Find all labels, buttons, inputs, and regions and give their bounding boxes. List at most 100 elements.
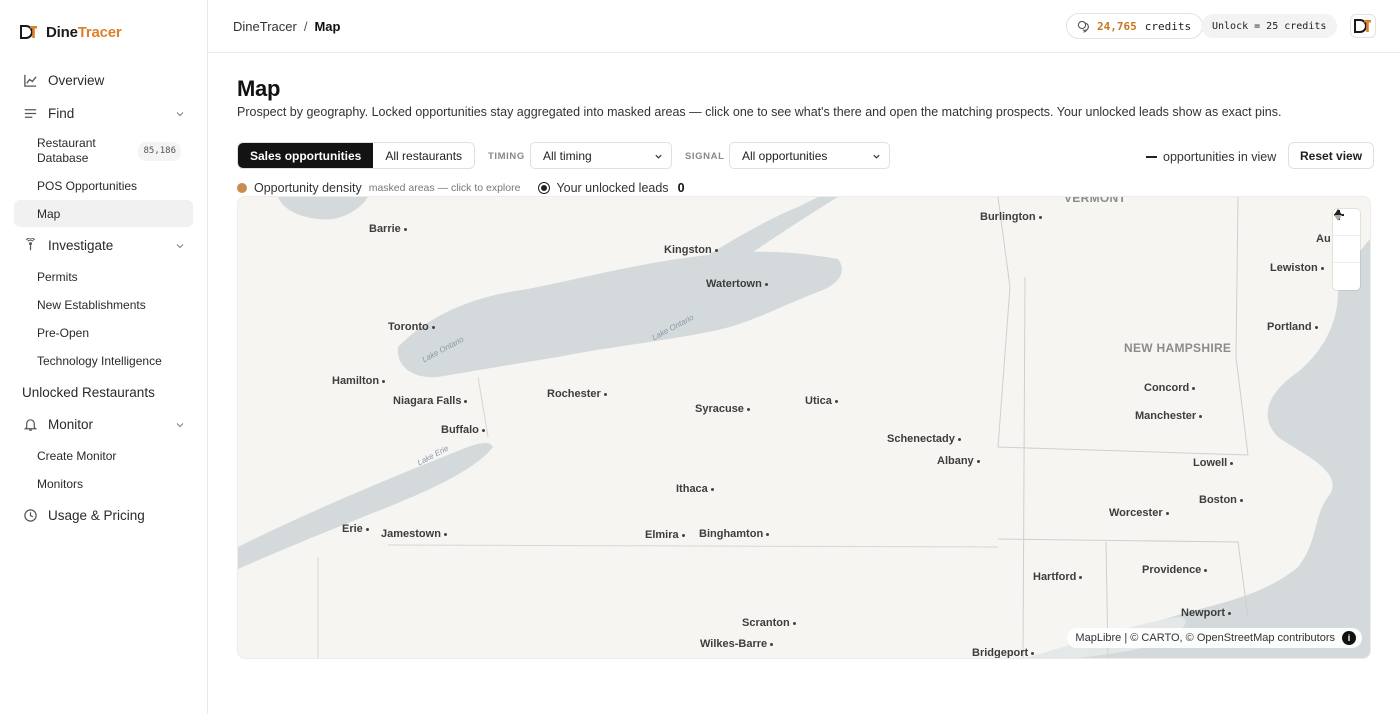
atlantic bbox=[1062, 239, 1370, 658]
city-label: Ithaca bbox=[676, 483, 714, 495]
breadcrumb-root[interactable]: DineTracer bbox=[233, 19, 297, 34]
sidebar: DineTracer Overview Find Restaurant Data… bbox=[0, 0, 208, 714]
info-icon[interactable]: i bbox=[1342, 631, 1356, 645]
city-label: Rochester bbox=[547, 388, 607, 400]
attribution-contributors: contributors bbox=[1274, 632, 1335, 644]
sidebar-item-label: POS Opportunities bbox=[37, 178, 138, 193]
city-label: Syracuse bbox=[695, 403, 750, 415]
chevron-down-icon[interactable] bbox=[175, 109, 185, 119]
density-dot-icon bbox=[237, 183, 247, 193]
coins-icon bbox=[1077, 20, 1089, 33]
sidebar-item-monitors[interactable]: Monitors bbox=[14, 470, 193, 497]
attribution-maplibre-link[interactable]: MapLibre bbox=[1075, 632, 1121, 644]
city-label: Toronto bbox=[388, 321, 435, 333]
city-label: Hamilton bbox=[332, 375, 385, 387]
sidebar-item-label: Restaurant Database bbox=[37, 136, 96, 165]
city-label: Concord bbox=[1144, 382, 1195, 394]
chevron-down-icon[interactable] bbox=[175, 420, 185, 430]
breadcrumb-current: Map bbox=[314, 18, 341, 34]
city-label: Niagara Falls bbox=[393, 395, 467, 407]
credits-value: 24,765 bbox=[1097, 19, 1137, 33]
chevron-down-icon[interactable] bbox=[175, 241, 185, 251]
sidebar-item-new-establishments[interactable]: New Establishments bbox=[14, 291, 193, 318]
attribution-osm-link[interactable]: OpenStreetMap bbox=[1197, 632, 1275, 644]
tab-all-restaurants[interactable]: All restaurants bbox=[373, 143, 475, 168]
nav-find[interactable]: Find bbox=[14, 97, 193, 130]
sidebar-item-label: Pre-Open bbox=[37, 325, 90, 340]
attribution-separator: | © bbox=[1121, 632, 1142, 644]
city-label: Albany bbox=[937, 455, 980, 467]
map-legend: Opportunity density masked areas — click… bbox=[237, 181, 685, 195]
signal-icon bbox=[22, 238, 38, 254]
attribution-carto-link[interactable]: CARTO bbox=[1141, 632, 1179, 644]
clock-icon bbox=[22, 508, 38, 524]
map-canvas[interactable]: VERMONT NEW HAMPSHIRE Lake Ontario Lake … bbox=[237, 196, 1371, 659]
zoom-out-button[interactable] bbox=[1333, 214, 1360, 263]
legend-density-label: Opportunity density bbox=[254, 181, 362, 195]
sidebar-item-pre-open[interactable]: Pre-Open bbox=[14, 319, 193, 346]
page-subtitle: Prospect by geography. Locked opportunit… bbox=[237, 105, 1282, 119]
legend-unlocked-count: 0 bbox=[677, 181, 685, 195]
credits-pill[interactable]: 24,765 credits bbox=[1066, 13, 1204, 39]
count-placeholder-dash bbox=[1146, 156, 1157, 158]
main-content: DineTracer / Map 24,765 credits Unlock =… bbox=[208, 0, 1400, 714]
sidebar-item-create-monitor[interactable]: Create Monitor bbox=[14, 442, 193, 469]
region-label: VERMONT bbox=[1064, 196, 1127, 205]
count-badge: 85,186 bbox=[138, 141, 181, 161]
city-label: Manchester bbox=[1135, 410, 1202, 422]
reset-view-button[interactable]: Reset view bbox=[1288, 142, 1375, 169]
logo-icon bbox=[20, 25, 37, 39]
chart-line-icon bbox=[22, 73, 38, 89]
nav-usage-pricing[interactable]: Usage & Pricing bbox=[14, 499, 193, 532]
sidebar-item-technology-intelligence[interactable]: Technology Intelligence bbox=[14, 347, 193, 374]
region-label: NEW HAMPSHIRE bbox=[1124, 341, 1232, 355]
nav-investigate-label: Investigate bbox=[48, 238, 114, 253]
nav-investigate[interactable]: Investigate bbox=[14, 229, 193, 262]
compass-icon bbox=[1334, 209, 1342, 221]
city-label: Wilkes-Barre bbox=[700, 638, 773, 650]
zoom-controls bbox=[1333, 209, 1360, 290]
tab-sales-opportunities[interactable]: Sales opportunities bbox=[238, 143, 374, 168]
sidebar-item-label: Monitors bbox=[37, 476, 84, 491]
bell-icon bbox=[22, 417, 38, 433]
city-label: Utica bbox=[805, 395, 838, 407]
sidebar-item-restaurant-database[interactable]: Restaurant Database 85,186 bbox=[14, 131, 193, 171]
nav-unlocked-restaurants[interactable]: Unlocked Restaurants bbox=[14, 376, 193, 408]
view-toggle: Sales opportunities All restaurants bbox=[237, 142, 476, 169]
timing-select[interactable]: All timing bbox=[530, 142, 672, 169]
logo-text-dine: Dine bbox=[46, 23, 78, 41]
opportunities-in-view: opportunities in view bbox=[1146, 150, 1276, 164]
timing-label: TIMING bbox=[488, 151, 525, 162]
breadcrumb-separator: / bbox=[303, 18, 308, 34]
nav-overview[interactable]: Overview bbox=[14, 64, 193, 97]
unlock-cost-badge: Unlock = 25 credits bbox=[1201, 14, 1338, 38]
nav-overview-label: Overview bbox=[48, 73, 105, 88]
city-label: Hartford bbox=[1033, 571, 1082, 583]
city-label: Newport bbox=[1181, 607, 1231, 619]
city-label: Boston bbox=[1199, 494, 1243, 506]
sidebar-item-pos-opportunities[interactable]: POS Opportunities bbox=[14, 172, 193, 199]
avatar[interactable] bbox=[1350, 14, 1376, 38]
sidebar-item-permits[interactable]: Permits bbox=[14, 263, 193, 290]
topbar: DineTracer / Map 24,765 credits Unlock =… bbox=[208, 0, 1400, 53]
attribution-comma: , © bbox=[1179, 632, 1197, 644]
nav-find-label: Find bbox=[48, 106, 75, 121]
city-label: Portland bbox=[1267, 321, 1318, 333]
credits-label: credits bbox=[1144, 19, 1192, 33]
list-icon bbox=[22, 106, 38, 122]
signal-select-value: All opportunities bbox=[742, 148, 828, 163]
logo[interactable]: DineTracer bbox=[14, 0, 193, 64]
signal-select[interactable]: All opportunities bbox=[729, 142, 890, 169]
logo-text-tracer: Tracer bbox=[77, 23, 122, 41]
sidebar-item-map[interactable]: Map bbox=[14, 200, 193, 227]
lake-erie bbox=[238, 442, 493, 569]
map-attribution: MapLibre | © CARTO , © OpenStreetMap con… bbox=[1067, 628, 1362, 648]
city-label: Buffalo bbox=[441, 424, 485, 436]
chevron-down-icon bbox=[655, 154, 662, 159]
city-label: Kingston bbox=[664, 244, 718, 256]
nav-monitor[interactable]: Monitor bbox=[14, 408, 193, 441]
sidebar-item-label: Technology Intelligence bbox=[37, 353, 162, 368]
georgian-bay bbox=[278, 197, 368, 220]
map-basemap bbox=[238, 197, 1370, 658]
reset-bearing-button[interactable] bbox=[1333, 209, 1360, 290]
